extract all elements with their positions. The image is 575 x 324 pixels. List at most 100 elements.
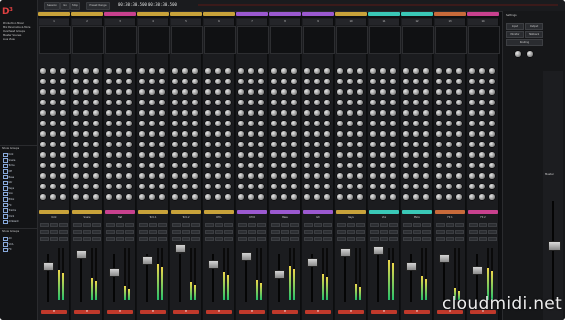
eq-knob[interactable] [238, 162, 244, 168]
eq-knob[interactable] [225, 89, 231, 95]
eq-knob[interactable] [182, 141, 188, 147]
channel-fader[interactable] [175, 244, 186, 253]
eq-knob[interactable] [205, 141, 211, 147]
eq-knob[interactable] [479, 152, 485, 158]
eq-knob[interactable] [192, 110, 198, 116]
eq-knob[interactable] [357, 110, 363, 116]
plugin-display[interactable] [105, 26, 137, 54]
eq-knob[interactable] [238, 131, 244, 137]
eq-knob[interactable] [390, 120, 396, 126]
eq-knob[interactable] [248, 173, 254, 179]
eq-knob[interactable] [324, 120, 330, 126]
eq-knob[interactable] [60, 120, 66, 126]
eq-knob[interactable] [469, 110, 475, 116]
group-item[interactable]: Ambient [3, 219, 35, 225]
channel-button[interactable] [422, 223, 432, 227]
eq-knob[interactable] [281, 141, 287, 147]
eq-knob[interactable] [314, 99, 320, 105]
eq-knob[interactable] [380, 194, 386, 200]
eq-knob[interactable] [390, 131, 396, 137]
eq-knob[interactable] [50, 141, 56, 147]
mute-button[interactable]: M [338, 310, 364, 314]
eq-knob[interactable] [413, 152, 419, 158]
checkbox[interactable] [3, 191, 8, 197]
channel-name[interactable]: OH L [204, 216, 234, 219]
checkbox[interactable] [3, 186, 8, 191]
eq-knob[interactable] [489, 131, 495, 137]
eq-knob[interactable] [271, 141, 277, 147]
eq-knob[interactable] [314, 183, 320, 189]
master-fader[interactable] [548, 241, 561, 251]
eq-knob[interactable] [423, 68, 429, 74]
eq-knob[interactable] [50, 152, 56, 158]
eq-knob[interactable] [304, 120, 310, 126]
eq-knob[interactable] [192, 141, 198, 147]
channel-button[interactable] [337, 230, 346, 234]
channel-button[interactable] [172, 223, 181, 227]
eq-knob[interactable] [159, 162, 165, 168]
channel-button[interactable] [125, 237, 135, 241]
mute-button[interactable]: M [305, 310, 331, 314]
eq-knob[interactable] [172, 89, 178, 95]
channel-button[interactable] [280, 237, 290, 241]
channel-button[interactable] [271, 237, 280, 241]
plugin-display[interactable] [270, 26, 302, 54]
eq-knob[interactable] [347, 120, 353, 126]
eq-knob[interactable] [40, 99, 46, 105]
eq-knob[interactable] [370, 173, 376, 179]
channel-button[interactable] [158, 230, 168, 234]
eq-knob[interactable] [403, 162, 409, 168]
eq-knob[interactable] [93, 173, 99, 179]
eq-knob[interactable] [83, 183, 89, 189]
eq-knob[interactable] [139, 110, 145, 116]
eq-knob[interactable] [304, 141, 310, 147]
eq-knob[interactable] [413, 110, 419, 116]
eq-knob[interactable] [413, 99, 419, 105]
channel-button[interactable] [191, 223, 201, 227]
checkbox[interactable] [3, 219, 8, 225]
mute-button[interactable]: M [140, 310, 166, 314]
channel-button[interactable] [148, 237, 158, 241]
channel-button[interactable] [59, 237, 69, 241]
eq-knob[interactable] [50, 99, 56, 105]
eq-knob[interactable] [205, 78, 211, 84]
channel-button[interactable] [422, 230, 432, 234]
eq-knob[interactable] [149, 194, 155, 200]
eq-knob[interactable] [126, 110, 132, 116]
channel-button[interactable] [73, 237, 82, 241]
eq-knob[interactable] [83, 68, 89, 74]
eq-knob[interactable] [370, 162, 376, 168]
eq-knob[interactable] [291, 152, 297, 158]
eq-knob[interactable] [248, 120, 254, 126]
channel-fader[interactable] [439, 254, 450, 263]
monitor-button[interactable]: Monitor [506, 31, 524, 38]
preset-range-button[interactable]: Preset Range [86, 2, 110, 10]
eq-knob[interactable] [281, 110, 287, 116]
eq-knob[interactable] [347, 131, 353, 137]
eq-knob[interactable] [139, 141, 145, 147]
channel-button[interactable] [148, 223, 158, 227]
channel-name[interactable]: Kick [39, 216, 69, 219]
eq-knob[interactable] [347, 99, 353, 105]
eq-knob[interactable] [139, 68, 145, 74]
eq-knob[interactable] [489, 152, 495, 158]
channel-name[interactable]: Snare [72, 216, 102, 219]
input-button[interactable]: Input [506, 23, 524, 30]
channel-button[interactable] [290, 237, 300, 241]
eq-knob[interactable] [479, 173, 485, 179]
channel-button[interactable] [323, 223, 333, 227]
eq-knob[interactable] [390, 183, 396, 189]
eq-knob[interactable] [192, 131, 198, 137]
eq-knob[interactable] [258, 78, 264, 84]
eq-knob[interactable] [149, 78, 155, 84]
plugin-display[interactable] [237, 26, 269, 54]
eq-knob[interactable] [50, 68, 56, 74]
eq-knob[interactable] [436, 173, 442, 179]
plugin-display[interactable] [402, 26, 434, 54]
eq-knob[interactable] [456, 78, 462, 84]
channel-button[interactable] [271, 230, 280, 234]
eq-knob[interactable] [291, 183, 297, 189]
eq-knob[interactable] [60, 183, 66, 189]
eq-knob[interactable] [291, 162, 297, 168]
eq-knob[interactable] [403, 99, 409, 105]
